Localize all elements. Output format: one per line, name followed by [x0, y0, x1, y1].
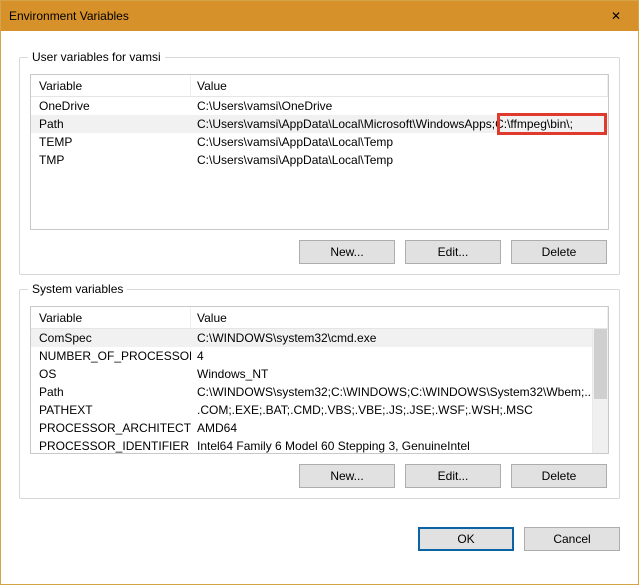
- table-row[interactable]: TMP C:\Users\vamsi\AppData\Local\Temp: [31, 151, 608, 169]
- header-value[interactable]: Value: [191, 307, 608, 328]
- table-row[interactable]: PATHEXT .COM;.EXE;.BAT;.CMD;.VBS;.VBE;.J…: [31, 401, 608, 419]
- table-row[interactable]: OneDrive C:\Users\vamsi\OneDrive: [31, 97, 608, 115]
- environment-variables-dialog: Environment Variables ✕ User variables f…: [0, 0, 639, 585]
- dialog-content: User variables for vamsi Variable Value …: [1, 31, 638, 521]
- cancel-button[interactable]: Cancel: [524, 527, 620, 551]
- dialog-buttons: OK Cancel: [1, 521, 638, 563]
- scrollbar[interactable]: [592, 329, 608, 453]
- edit-button[interactable]: Edit...: [405, 464, 501, 488]
- table-row[interactable]: Path C:\WINDOWS\system32;C:\WINDOWS;C:\W…: [31, 383, 608, 401]
- header-variable[interactable]: Variable: [31, 307, 191, 328]
- header-value[interactable]: Value: [191, 75, 608, 96]
- new-button[interactable]: New...: [299, 464, 395, 488]
- table-row[interactable]: NUMBER_OF_PROCESSORS 4: [31, 347, 608, 365]
- user-variables-group: User variables for vamsi Variable Value …: [19, 57, 620, 275]
- table-row[interactable]: ComSpec C:\WINDOWS\system32\cmd.exe: [31, 329, 608, 347]
- list-header[interactable]: Variable Value: [31, 307, 608, 329]
- header-variable[interactable]: Variable: [31, 75, 191, 96]
- new-button[interactable]: New...: [299, 240, 395, 264]
- user-rows: OneDrive C:\Users\vamsi\OneDrive Path C:…: [31, 97, 608, 169]
- table-row[interactable]: PROCESSOR_ARCHITECTURE AMD64: [31, 419, 608, 437]
- titlebar[interactable]: Environment Variables ✕: [1, 1, 638, 31]
- system-buttons-row: New... Edit... Delete: [30, 464, 609, 488]
- ok-button[interactable]: OK: [418, 527, 514, 551]
- delete-button[interactable]: Delete: [511, 464, 607, 488]
- list-header[interactable]: Variable Value: [31, 75, 608, 97]
- user-variables-list[interactable]: Variable Value OneDrive C:\Users\vamsi\O…: [30, 74, 609, 230]
- system-variables-group: System variables Variable Value ComSpec …: [19, 289, 620, 499]
- window-title: Environment Variables: [9, 9, 594, 23]
- table-row[interactable]: Path C:\Users\vamsi\AppData\Local\Micros…: [31, 115, 608, 133]
- table-row[interactable]: TEMP C:\Users\vamsi\AppData\Local\Temp: [31, 133, 608, 151]
- system-rows: ComSpec C:\WINDOWS\system32\cmd.exe NUMB…: [31, 329, 608, 453]
- user-variables-legend: User variables for vamsi: [28, 50, 165, 64]
- edit-button[interactable]: Edit...: [405, 240, 501, 264]
- scrollbar-thumb[interactable]: [594, 329, 607, 399]
- delete-button[interactable]: Delete: [511, 240, 607, 264]
- close-icon[interactable]: ✕: [594, 1, 638, 31]
- system-variables-list[interactable]: Variable Value ComSpec C:\WINDOWS\system…: [30, 306, 609, 454]
- table-row[interactable]: OS Windows_NT: [31, 365, 608, 383]
- table-row[interactable]: PROCESSOR_IDENTIFIER Intel64 Family 6 Mo…: [31, 437, 608, 453]
- user-buttons-row: New... Edit... Delete: [30, 240, 609, 264]
- system-variables-legend: System variables: [28, 282, 127, 296]
